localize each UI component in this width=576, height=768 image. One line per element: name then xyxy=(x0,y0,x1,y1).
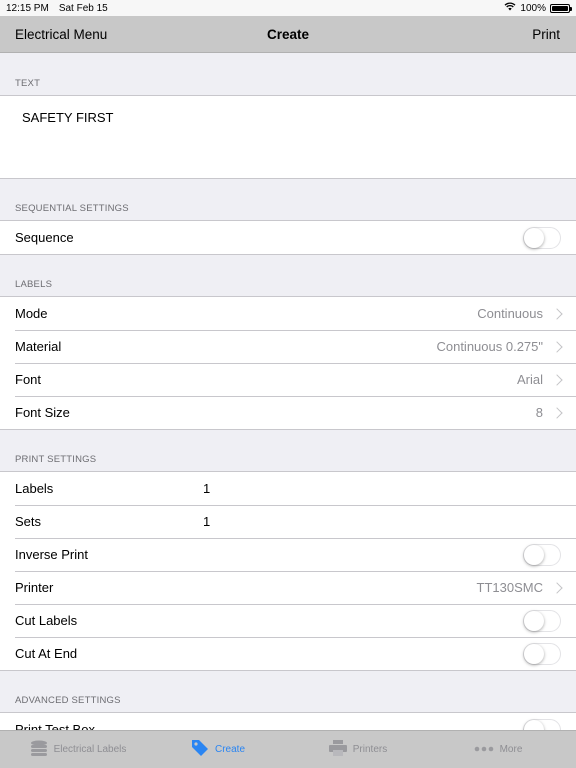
sequence-label: Sequence xyxy=(15,230,74,245)
section-header-text: TEXT xyxy=(15,78,41,89)
tab-label: Electrical Labels xyxy=(53,744,127,755)
material-label: Material xyxy=(15,339,62,354)
inverse-print-label: Inverse Print xyxy=(15,547,88,562)
print-test-box-row: Print Test Box xyxy=(0,713,576,730)
material-value: Continuous 0.275" xyxy=(436,339,543,354)
material-row[interactable]: Material Continuous 0.275" xyxy=(0,330,576,363)
advanced-group: Print Test Box xyxy=(0,712,576,730)
sequence-toggle[interactable] xyxy=(523,226,561,249)
cut-at-end-toggle[interactable] xyxy=(523,642,561,665)
print-test-box-toggle[interactable] xyxy=(523,718,561,730)
back-button[interactable]: Electrical Menu xyxy=(15,27,107,42)
sequential-group: Sequence xyxy=(0,220,576,255)
battery-icon xyxy=(550,3,572,13)
tab-printers[interactable]: Printers xyxy=(288,740,428,759)
tab-create[interactable]: Create xyxy=(148,739,288,760)
font-size-value: 8 xyxy=(535,405,543,420)
mode-row[interactable]: Mode Continuous xyxy=(0,297,576,330)
section-header-advanced: ADVANCED SETTINGS xyxy=(15,695,121,706)
chevron-right-icon xyxy=(551,406,563,419)
section-header-labels: LABELS xyxy=(15,279,53,290)
status-bar: 12:15 PM Sat Feb 15 100% xyxy=(0,0,576,16)
labels-group: Mode Continuous Material Continuous 0.27… xyxy=(0,296,576,430)
printer-label: Printer xyxy=(15,580,54,595)
printer-icon xyxy=(328,740,347,759)
tab-label: Printers xyxy=(352,744,388,755)
cut-labels-row: Cut Labels xyxy=(0,604,576,637)
settings-list[interactable]: TEXT SAFETY FIRST SEQUENTIAL SETTINGS Se… xyxy=(0,54,576,730)
mode-label: Mode xyxy=(15,306,48,321)
font-size-label: Font Size xyxy=(15,405,70,420)
navigation-bar: Electrical Menu Create Print xyxy=(0,16,576,53)
status-time: 12:15 PM xyxy=(6,2,49,14)
tab-electrical-labels[interactable]: Electrical Labels xyxy=(8,740,148,759)
mode-value: Continuous xyxy=(477,306,543,321)
print-button[interactable]: Print xyxy=(532,27,560,42)
font-size-row[interactable]: Font Size 8 xyxy=(0,396,576,429)
font-row[interactable]: Font Arial xyxy=(0,363,576,396)
labels-count-row: Labels 1 xyxy=(0,472,576,505)
font-value: Arial xyxy=(516,372,543,387)
cut-labels-label: Cut Labels xyxy=(15,613,78,628)
tab-label: More xyxy=(499,744,523,755)
status-date: Sat Feb 15 xyxy=(58,2,108,14)
sequence-row: Sequence xyxy=(0,221,576,254)
chevron-right-icon xyxy=(551,581,563,594)
labels-count-label: Labels xyxy=(15,481,54,496)
printer-row[interactable]: Printer TT130SMC xyxy=(0,571,576,604)
sets-row: Sets 1 xyxy=(0,505,576,538)
labels-count-field[interactable]: 1 xyxy=(203,481,210,496)
font-label: Font xyxy=(15,372,42,387)
battery-percent: 100% xyxy=(520,2,546,14)
tab-label: Create xyxy=(214,744,245,755)
label-text-value: SAFETY FIRST xyxy=(22,110,114,125)
print-test-box-label: Print Test Box xyxy=(15,722,95,730)
inverse-print-toggle[interactable] xyxy=(523,543,561,566)
cut-at-end-label: Cut At End xyxy=(15,646,78,661)
tab-more[interactable]: More xyxy=(428,744,568,755)
stack-icon xyxy=(30,740,48,759)
print-settings-group: Labels 1 Sets 1 Inverse Print Printer TT… xyxy=(0,471,576,671)
chevron-right-icon xyxy=(551,340,563,353)
chevron-right-icon xyxy=(551,373,563,386)
section-header-print-settings: PRINT SETTINGS xyxy=(15,454,97,465)
chevron-right-icon xyxy=(551,307,563,320)
sets-field[interactable]: 1 xyxy=(203,514,210,529)
section-header-sequential: SEQUENTIAL SETTINGS xyxy=(15,203,129,214)
printer-value: TT130SMC xyxy=(476,580,543,595)
label-text-input[interactable]: SAFETY FIRST xyxy=(0,95,576,179)
tab-bar: Electrical Labels Create Printers More xyxy=(0,730,576,768)
inverse-print-row: Inverse Print xyxy=(0,538,576,571)
wifi-icon xyxy=(504,2,516,14)
cut-labels-toggle[interactable] xyxy=(523,609,561,632)
cut-at-end-row: Cut At End xyxy=(0,637,576,670)
tag-icon xyxy=(191,739,209,760)
more-dots-icon xyxy=(474,744,494,755)
sets-label: Sets xyxy=(15,514,42,529)
